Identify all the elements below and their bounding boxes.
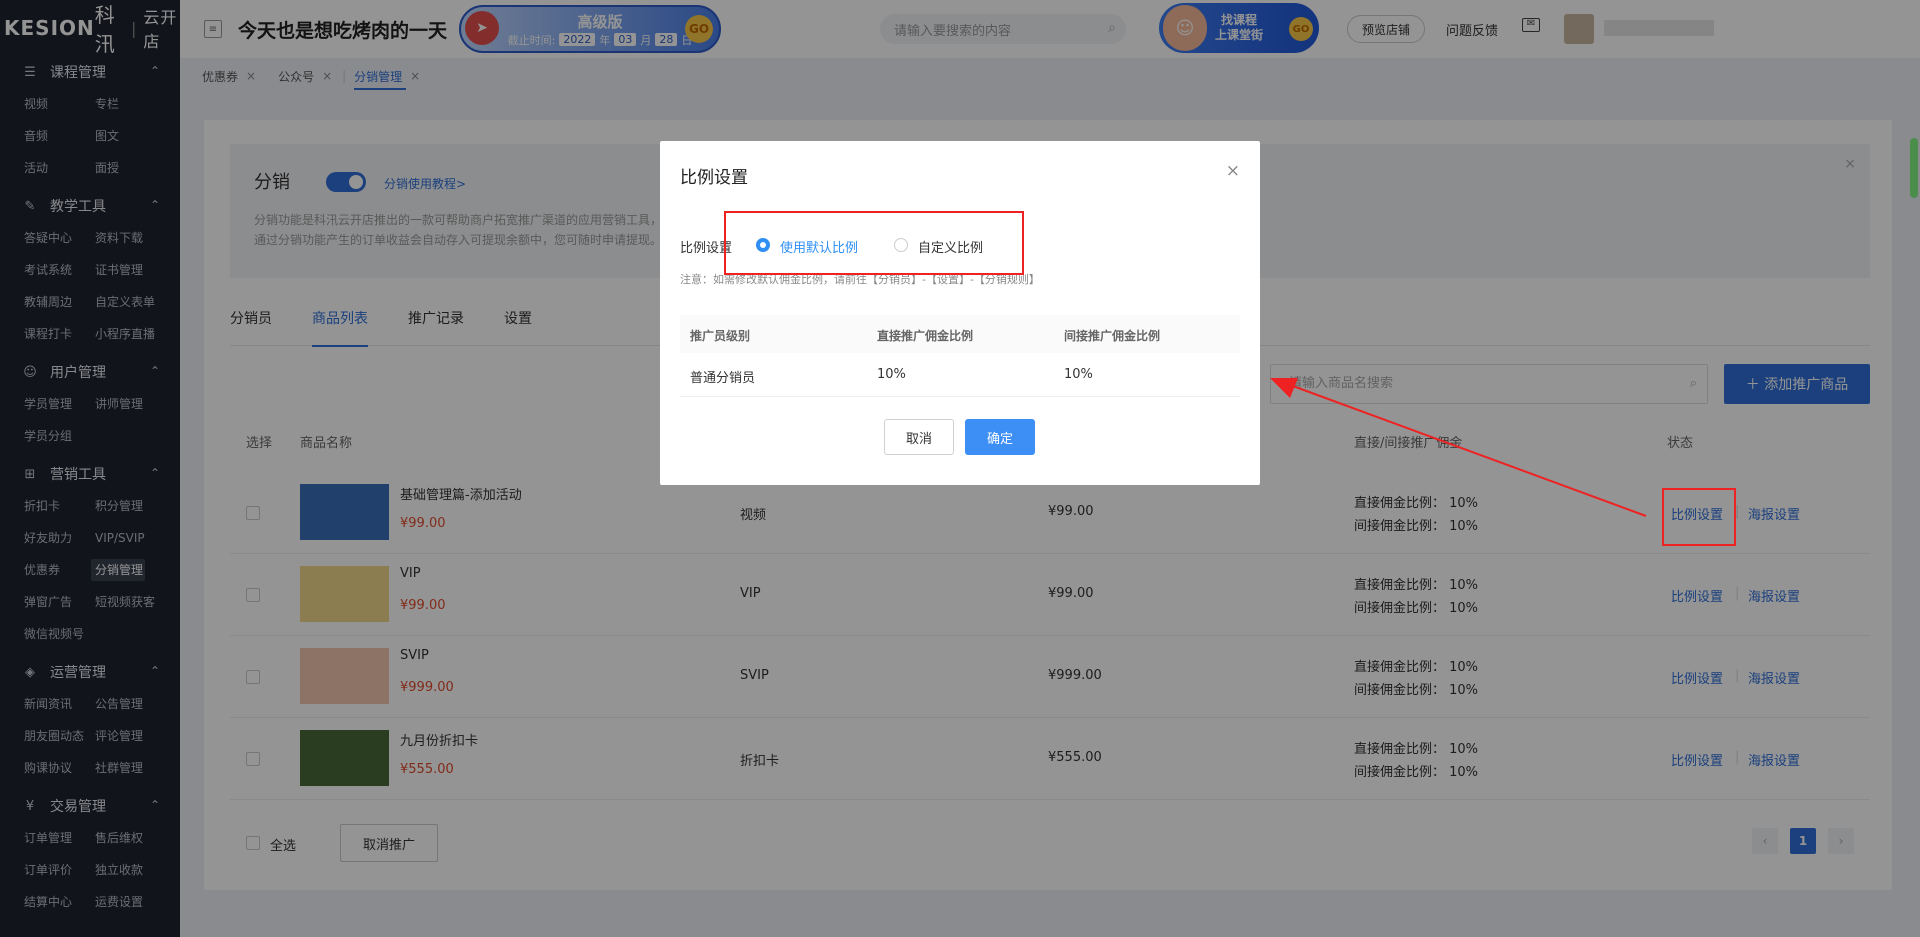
- ratio-table: 推广员级别 直接推广佣金比例 间接推广佣金比例 普通分销员 10% 10%: [680, 315, 1240, 397]
- ratio-col-indirect: 间接推广佣金比例: [1064, 329, 1161, 343]
- scrollbar[interactable]: [1910, 138, 1918, 198]
- cancel-button[interactable]: 取消: [884, 419, 954, 455]
- confirm-button[interactable]: 确定: [965, 419, 1035, 455]
- ratio-direct: 10%: [877, 367, 906, 382]
- ratio-level: 普通分销员: [690, 371, 756, 386]
- dialog-title: 比例设置: [680, 168, 748, 188]
- highlight-box-ratio-link: [1662, 488, 1736, 546]
- ratio-col-level: 推广员级别: [690, 329, 751, 343]
- close-icon[interactable]: ×: [1226, 161, 1240, 181]
- ratio-table-header: 推广员级别 直接推广佣金比例 间接推广佣金比例: [680, 315, 1240, 353]
- ratio-col-direct: 直接推广佣金比例: [877, 329, 974, 343]
- ratio-indirect: 10%: [1064, 367, 1093, 382]
- ratio-settings-dialog: 比例设置 × 比例设置 使用默认比例 自定义比例 注意：如需修改默认佣金比例，请…: [660, 141, 1260, 485]
- ratio-table-row: 普通分销员 10% 10%: [680, 353, 1240, 397]
- highlight-box-radio: [724, 211, 1024, 275]
